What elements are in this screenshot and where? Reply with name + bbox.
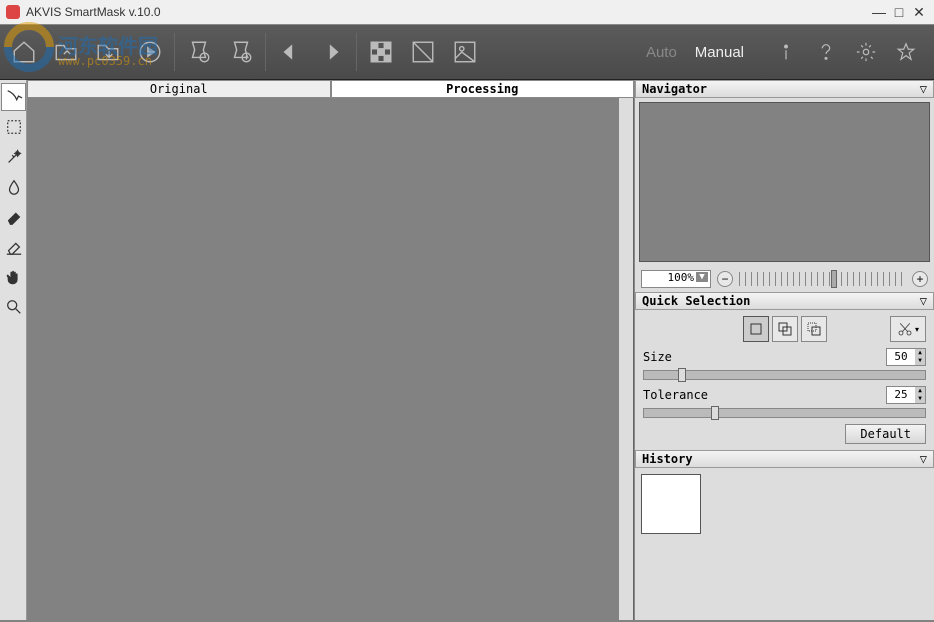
tab-auto[interactable]: Auto xyxy=(646,44,677,61)
desaturation-tool[interactable] xyxy=(1,233,26,261)
run-button[interactable] xyxy=(134,36,166,68)
redo-button[interactable] xyxy=(316,36,348,68)
canvas[interactable] xyxy=(27,98,634,620)
settings-button[interactable] xyxy=(854,40,878,64)
checker-bg-button[interactable] xyxy=(365,36,397,68)
custom-bg-button[interactable] xyxy=(449,36,481,68)
size-input[interactable]: 50▲▼ xyxy=(886,348,926,366)
collapse-icon[interactable]: ▽ xyxy=(920,452,927,466)
tool-palette xyxy=(0,80,27,620)
quick-selection-title: Quick Selection xyxy=(642,294,750,308)
main-toolbar: Auto Manual xyxy=(0,25,934,80)
selection-tool[interactable] xyxy=(1,113,26,141)
navigator-header[interactable]: Navigator ▽ xyxy=(635,80,934,98)
navigator-preview[interactable] xyxy=(639,102,930,262)
load-preset-button[interactable] xyxy=(183,36,215,68)
maximize-button[interactable]: □ xyxy=(890,3,908,21)
color-bg-button[interactable] xyxy=(407,36,439,68)
history-snapshot[interactable] xyxy=(641,474,701,534)
zoom-tool[interactable] xyxy=(1,293,26,321)
app-logo-icon xyxy=(6,5,20,19)
quick-selection-header[interactable]: Quick Selection ▽ xyxy=(635,292,934,310)
navigator-title: Navigator xyxy=(642,82,707,96)
tab-original[interactable]: Original xyxy=(27,80,331,98)
collapse-icon[interactable]: ▽ xyxy=(920,294,927,308)
zoom-in-button[interactable]: + xyxy=(912,271,928,287)
size-slider[interactable] xyxy=(643,370,926,380)
info-button[interactable] xyxy=(774,40,798,64)
tolerance-input[interactable]: 25▲▼ xyxy=(886,386,926,404)
tolerance-label: Tolerance xyxy=(643,388,886,402)
help-button[interactable] xyxy=(814,40,838,64)
subtract-selection-button[interactable] xyxy=(801,316,827,342)
size-label: Size xyxy=(643,350,886,364)
tab-processing[interactable]: Processing xyxy=(331,80,635,98)
minimize-button[interactable]: — xyxy=(870,3,888,21)
collapse-icon[interactable]: ▽ xyxy=(920,82,927,96)
zoom-level-select[interactable]: 100% xyxy=(641,270,711,288)
zoom-slider[interactable] xyxy=(739,272,906,286)
default-button[interactable]: Default xyxy=(845,424,926,444)
home-button[interactable] xyxy=(8,36,40,68)
add-selection-button[interactable] xyxy=(772,316,798,342)
history-title: History xyxy=(642,452,693,466)
quick-selection-tool[interactable] xyxy=(1,83,26,111)
right-panel: Navigator ▽ 100% − + Quick Selection ▽ ▾… xyxy=(634,80,934,620)
cut-button[interactable]: ▾ xyxy=(890,316,926,342)
magic-brush-tool[interactable] xyxy=(1,143,26,171)
zoom-out-button[interactable]: − xyxy=(717,271,733,287)
close-button[interactable]: ✕ xyxy=(910,3,928,21)
hand-tool[interactable] xyxy=(1,263,26,291)
save-button[interactable] xyxy=(92,36,124,68)
save-preset-button[interactable] xyxy=(225,36,257,68)
open-button[interactable] xyxy=(50,36,82,68)
blur-tool[interactable] xyxy=(1,173,26,201)
eraser-tool[interactable] xyxy=(1,203,26,231)
new-selection-button[interactable] xyxy=(743,316,769,342)
titlebar: AKVIS SmartMask v.10.0 — □ ✕ xyxy=(0,0,934,25)
undo-button[interactable] xyxy=(274,36,306,68)
vertical-scrollbar[interactable] xyxy=(619,98,633,620)
window-title: AKVIS SmartMask v.10.0 xyxy=(26,5,870,19)
tolerance-slider[interactable] xyxy=(643,408,926,418)
history-header[interactable]: History ▽ xyxy=(635,450,934,468)
tab-manual[interactable]: Manual xyxy=(695,44,744,61)
favorite-button[interactable] xyxy=(894,40,918,64)
